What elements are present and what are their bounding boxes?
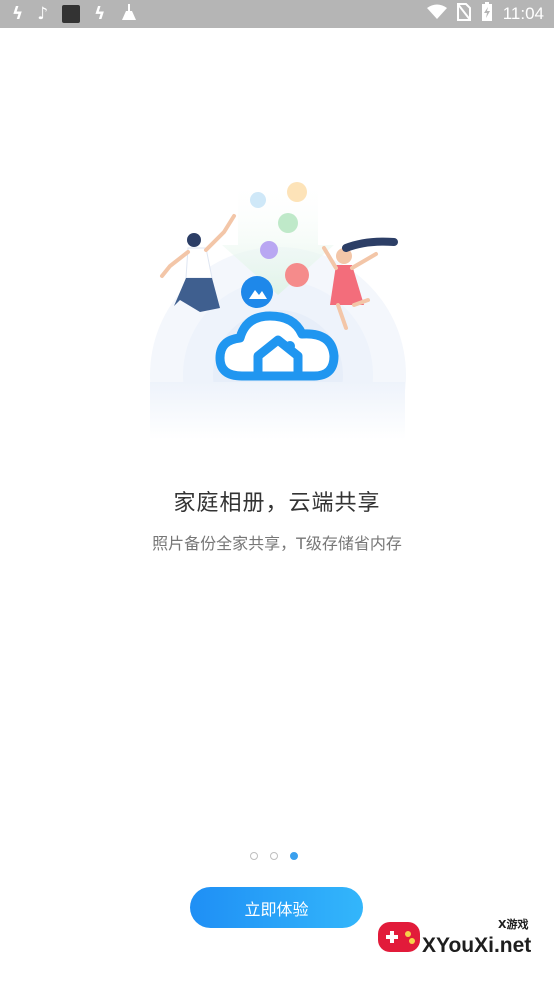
status-time: 11:04 <box>502 4 544 23</box>
watermark-text: XYouXi.net <box>422 934 532 957</box>
notification-icon: ϟ <box>12 4 24 24</box>
watermark-logo: X游戏 XYouXi.net <box>376 914 546 972</box>
page-dot-1[interactable] <box>250 852 258 860</box>
status-bar: ϟ ♪ ϟ 11:04 <box>0 0 554 28</box>
cleaner-icon <box>119 3 139 25</box>
onboarding-subtitle: 照片备份全家共享，T级存储省内存 <box>152 534 402 553</box>
tiktok-icon: ♪ <box>37 4 49 24</box>
notification-icon: ϟ <box>94 4 106 24</box>
status-left-icons: ϟ ♪ ϟ <box>12 4 139 24</box>
gamepad-logo-icon <box>378 922 420 952</box>
watermark-top-text: X游戏 <box>498 918 529 931</box>
try-now-button[interactable]: 立即体验 <box>190 887 363 928</box>
no-sim-icon <box>455 2 472 25</box>
page-indicator <box>250 852 298 860</box>
status-right-icons: 11:04 <box>426 2 544 26</box>
page-dot-3-active[interactable] <box>290 852 298 860</box>
battery-icon <box>481 2 493 26</box>
page-dot-2[interactable] <box>270 852 278 860</box>
onboarding-title: 家庭相册，云端共享 <box>173 491 381 516</box>
wifi-icon <box>426 4 447 24</box>
app-square-icon <box>62 5 81 23</box>
cloud-sharing-illustration <box>140 170 420 503</box>
